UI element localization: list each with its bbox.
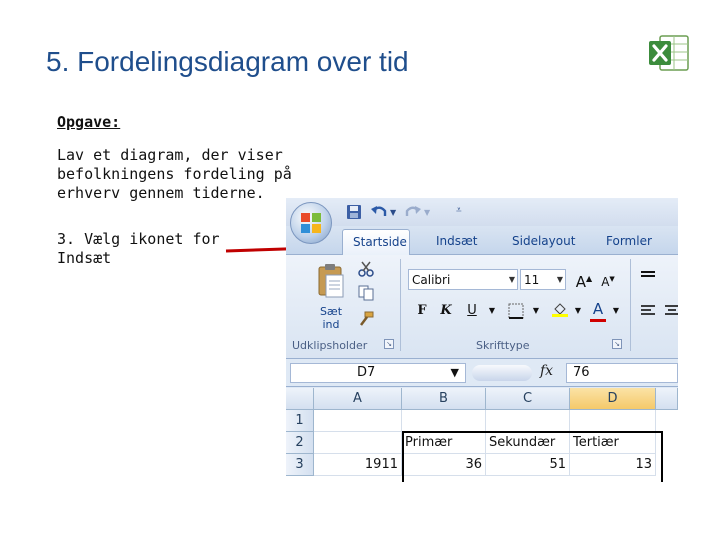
cell-a3[interactable]: 1911	[314, 454, 402, 476]
save-icon[interactable]	[346, 203, 362, 221]
paste-icon[interactable]	[316, 263, 346, 299]
undo-dropdown-icon[interactable]: ▼	[390, 208, 396, 226]
align-left-icon[interactable]	[640, 303, 656, 319]
grow-font-icon[interactable]: A▲	[574, 269, 594, 291]
column-header-e[interactable]	[656, 388, 678, 410]
column-header-b[interactable]: B	[402, 388, 486, 410]
formula-bar-splitter[interactable]	[472, 365, 532, 381]
bold-button[interactable]: F	[412, 301, 432, 321]
column-header-c[interactable]: C	[486, 388, 570, 410]
insert-function-icon[interactable]: fx	[540, 363, 553, 379]
ribbon-body: Sæt ind Udklipsholder ↘ Calibri ▼ 11 ▼ A…	[286, 255, 678, 359]
step-instruction: 3. Vælg ikonet for Indsæt	[57, 230, 220, 267]
font-group-label: Skrifttype	[476, 339, 530, 352]
name-box[interactable]: D7 ▼	[290, 363, 466, 383]
row-header-2[interactable]: 2	[286, 432, 314, 454]
paste-button-label[interactable]: Sæt ind	[316, 305, 346, 331]
cell-b1[interactable]	[402, 410, 486, 432]
fill-color-icon[interactable]	[552, 301, 568, 317]
slide-title: 5. Fordelingsdiagram over tid	[46, 46, 409, 77]
borders-dropdown-icon[interactable]: ▼	[526, 301, 546, 321]
tab-formler[interactable]: Formler	[606, 234, 652, 248]
tab-indsaet[interactable]: Indsæt	[436, 234, 478, 248]
font-launcher-icon[interactable]: ↘	[612, 339, 622, 349]
redo-dropdown-icon[interactable]: ▼	[424, 208, 430, 226]
table-outline	[402, 431, 663, 482]
fill-color-dropdown-icon[interactable]: ▼	[568, 301, 588, 321]
tab-startside[interactable]: Startside	[342, 229, 410, 256]
font-size-value: 11	[524, 273, 540, 287]
format-painter-icon[interactable]	[358, 311, 374, 327]
clipboard-group-label: Udklipsholder	[292, 339, 368, 352]
row-header-1[interactable]: 1	[286, 410, 314, 432]
align-center-icon[interactable]	[664, 303, 678, 319]
row-header-3[interactable]: 3	[286, 454, 314, 476]
worksheet-grid: A B C D 1 2 3 Primær Sekundær Tertiær 19…	[286, 388, 678, 482]
cell-d1[interactable]	[570, 410, 656, 432]
cell-a2[interactable]	[314, 432, 402, 454]
cell-a1[interactable]	[314, 410, 402, 432]
font-size-combo[interactable]: 11 ▼	[520, 269, 566, 290]
column-header-a[interactable]: A	[314, 388, 402, 410]
column-header-d[interactable]: D	[570, 388, 656, 410]
align-top-icon[interactable]	[640, 269, 656, 285]
office-logo-icon	[301, 213, 321, 233]
excel-window: ▼ ▼ ⩡ Startside Indsæt Sidelayout Formle…	[286, 198, 678, 482]
group-separator	[400, 259, 401, 351]
undo-icon[interactable]	[370, 203, 388, 221]
customize-toolbar-icon[interactable]: ⩡	[456, 205, 462, 223]
font-color-icon[interactable]: A	[588, 299, 608, 319]
underline-button[interactable]: U	[462, 301, 482, 321]
formula-input[interactable]: 76	[566, 363, 678, 383]
font-color-swatch	[590, 319, 606, 322]
font-color-dropdown-icon[interactable]: ▼	[606, 301, 626, 321]
task-description: Lav et diagram, der viser befolkningens …	[57, 146, 292, 202]
ribbon-tabs: Startside Indsæt Sidelayout Formler	[286, 226, 678, 256]
underline-dropdown-icon[interactable]: ▼	[482, 301, 502, 321]
redo-icon[interactable]	[404, 203, 422, 221]
italic-button[interactable]: K	[436, 301, 456, 321]
office-button[interactable]	[290, 202, 332, 244]
copy-icon[interactable]	[358, 285, 374, 301]
borders-icon[interactable]	[508, 303, 524, 319]
excel-logo-icon	[649, 35, 689, 71]
cell-reference: D7	[357, 365, 376, 380]
quick-access-toolbar: ▼ ▼ ⩡	[286, 198, 678, 226]
tab-sidelayout[interactable]: Sidelayout	[512, 234, 575, 248]
shrink-font-icon[interactable]: A▼	[598, 269, 618, 289]
select-all-corner[interactable]	[286, 388, 314, 410]
chevron-down-icon: ▼	[450, 366, 459, 379]
chevron-down-icon: ▼	[508, 275, 515, 284]
group-separator	[630, 259, 631, 351]
task-label: Opgave:	[57, 113, 121, 131]
chevron-down-icon: ▼	[556, 275, 563, 284]
font-name-value: Calibri	[412, 273, 451, 287]
formula-bar: D7 ▼ fx 76	[286, 359, 678, 387]
clipboard-launcher-icon[interactable]: ↘	[384, 339, 394, 349]
cell-c1[interactable]	[486, 410, 570, 432]
cut-icon[interactable]	[358, 261, 374, 277]
font-name-combo[interactable]: Calibri ▼	[408, 269, 518, 290]
